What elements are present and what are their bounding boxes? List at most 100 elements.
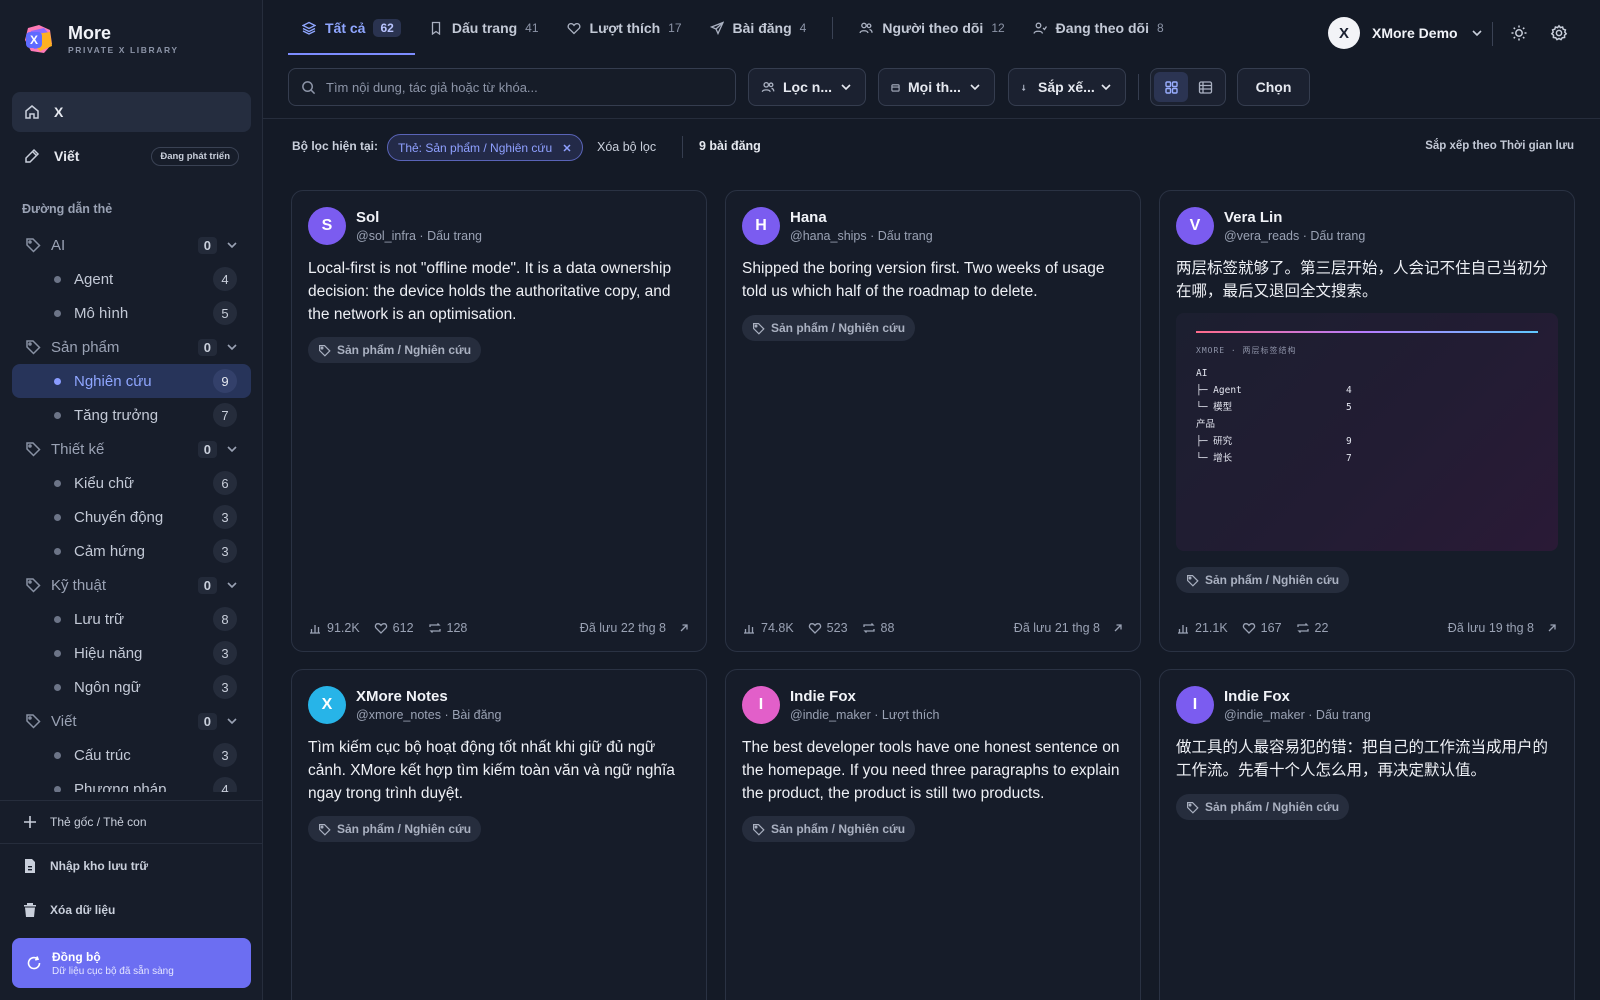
import-archive-button[interactable]: Nhập kho lưu trữ [22, 858, 148, 874]
chevron-down-icon [1101, 84, 1111, 91]
post-card[interactable]: I Indie Fox @indie_maker · Dấu trang 做工具… [1159, 669, 1575, 1000]
external-link-icon[interactable] [1112, 622, 1124, 634]
avatar[interactable]: I [742, 686, 780, 724]
post-card[interactable]: V Vera Lin @vera_reads · Dấu trang 两层标签就… [1159, 190, 1575, 652]
brand[interactable]: X More PRIVATE X LIBRARY [22, 22, 179, 56]
gear-icon[interactable] [1550, 24, 1568, 42]
post-tag[interactable]: Sản phẩm / Nghiên cứu [1176, 567, 1350, 593]
tag-group[interactable]: AI 0 [12, 228, 251, 262]
nav-write[interactable]: Viết Đang phát triển [12, 136, 251, 176]
post-card[interactable]: X XMore Notes @xmore_notes · Bài đăng Tì… [291, 669, 707, 1000]
author-name[interactable]: Indie Fox [1224, 688, 1371, 706]
avatar[interactable]: X [308, 686, 346, 724]
post-tag[interactable]: Sản phẩm / Nghiên cứu [742, 816, 916, 842]
separator: · [419, 229, 424, 243]
likes-stat[interactable]: 612 [374, 621, 414, 635]
tag-item[interactable]: Phương pháp 4 [12, 772, 251, 792]
chevron-down-icon[interactable] [225, 714, 239, 728]
import-archive-label: Nhập kho lưu trữ [50, 859, 149, 873]
avatar[interactable]: S [308, 207, 346, 245]
sync-button[interactable]: Đồng bộ Dữ liệu cục bộ đã sẵn sàng [12, 938, 251, 988]
tag-item[interactable]: Hiệu năng 3 [12, 636, 251, 670]
tag-item-count: 8 [213, 607, 237, 631]
likes-stat[interactable]: 523 [808, 621, 848, 635]
tag-item[interactable]: Ngôn ngữ 3 [12, 670, 251, 704]
tag-item[interactable]: Cảm hứng 3 [12, 534, 251, 568]
tag-item[interactable]: Kiểu chữ 6 [12, 466, 251, 500]
user-menu[interactable]: X XMore Demo [1328, 17, 1484, 49]
post-header: X XMore Notes @xmore_notes · Bài đăng [308, 686, 501, 724]
chevron-down-icon[interactable] [225, 238, 239, 252]
author-name[interactable]: Indie Fox [790, 688, 939, 706]
filter-dropdown[interactable]: Lọc n... [748, 68, 866, 106]
tag-item-label: Lưu trữ [74, 610, 125, 628]
post-source: Lượt thích [881, 708, 940, 722]
reposts-stat[interactable]: 88 [862, 621, 894, 635]
tag-item-count: 4 [213, 267, 237, 291]
tag-item[interactable]: Cấu trúc 3 [12, 738, 251, 772]
tag-group[interactable]: Kỹ thuật 0 [12, 568, 251, 602]
tag-group[interactable]: Thiết kế 0 [12, 432, 251, 466]
grid-view-button[interactable] [1154, 72, 1188, 102]
tag-item[interactable]: Lưu trữ 8 [12, 602, 251, 636]
tag-group[interactable]: Viết 0 [12, 704, 251, 738]
avatar[interactable]: V [1176, 207, 1214, 245]
home-icon [25, 105, 39, 119]
filter-chip[interactable]: Thẻ: Sản phẩm / Nghiên cứu [387, 134, 584, 161]
post-tag[interactable]: Sản phẩm / Nghiên cứu [308, 337, 482, 363]
tab-users[interactable]: Người theo dõi 12 [845, 0, 1018, 56]
post-card[interactable]: I Indie Fox @indie_maker · Lượt thích Th… [725, 669, 1141, 1000]
tag-item[interactable]: Agent 4 [12, 262, 251, 296]
tab-bookmark[interactable]: Dấu trang 41 [415, 0, 553, 56]
tag-item[interactable]: Mô hình 5 [12, 296, 251, 330]
tab-send[interactable]: Bài đăng 4 [696, 0, 821, 56]
post-card[interactable]: S Sol @sol_infra · Dấu trang Local-first… [291, 190, 707, 652]
external-link-icon[interactable] [678, 622, 690, 634]
clear-data-button[interactable]: Xóa dữ liệu [22, 902, 115, 918]
post-image[interactable]: XMORE · 两层标签结构 AI ├─ Agent 4 └─ 模型 5 产品 ├─ 研究 9… [1176, 313, 1558, 551]
chevron-down-icon[interactable] [225, 442, 239, 456]
likes-stat[interactable]: 167 [1242, 621, 1282, 635]
sort-dropdown[interactable]: Sắp xế... [1008, 68, 1126, 106]
time-dropdown[interactable]: Mọi th... [878, 68, 995, 106]
avatar[interactable]: H [742, 207, 780, 245]
tag-icon [26, 340, 41, 355]
tab-user-check[interactable]: Đang theo dõi 8 [1019, 0, 1178, 56]
close-icon[interactable] [562, 143, 572, 153]
post-card[interactable]: H Hana @hana_ships · Dấu trang Shipped t… [725, 190, 1141, 652]
post-tag[interactable]: Sản phẩm / Nghiên cứu [1176, 794, 1350, 820]
list-view-button[interactable] [1188, 72, 1222, 102]
tag-group-label: AI [51, 236, 66, 254]
tag-item[interactable]: Tăng trưởng 7 [12, 398, 251, 432]
clear-filter-button[interactable]: Xóa bộ lọc [597, 140, 656, 154]
reposts-stat[interactable]: 22 [1296, 621, 1328, 635]
choose-button[interactable]: Chọn [1237, 68, 1310, 106]
chevron-down-icon[interactable] [225, 578, 239, 592]
reposts-stat[interactable]: 128 [428, 621, 467, 635]
tab-layers[interactable]: Tất cả 62 [288, 0, 415, 56]
search-box[interactable] [288, 68, 736, 106]
search-input[interactable] [326, 79, 716, 95]
author-name[interactable]: Hana [790, 209, 933, 227]
chevron-down-icon[interactable] [225, 340, 239, 354]
author-name[interactable]: XMore Notes [356, 688, 501, 706]
likes-count: 167 [1260, 621, 1282, 635]
tag-group[interactable]: Sản phẩm 0 [12, 330, 251, 364]
tag-item[interactable]: Nghiên cứu 9 [12, 364, 251, 398]
external-link-icon[interactable] [1546, 622, 1558, 634]
tag-icon [753, 823, 765, 836]
post-tag[interactable]: Sản phẩm / Nghiên cứu [742, 315, 916, 341]
post-tag[interactable]: Sản phẩm / Nghiên cứu [308, 816, 482, 842]
post-tag-label: Sản phẩm / Nghiên cứu [337, 822, 472, 836]
author-name[interactable]: Sol [356, 209, 482, 227]
nav-x[interactable]: X [12, 92, 251, 132]
add-tag-button[interactable]: Thẻ gốc / Thẻ con [22, 814, 147, 830]
tab-heart[interactable]: Lượt thích 17 [553, 0, 696, 56]
post-text: The best developer tools have one honest… [742, 739, 1120, 802]
avatar[interactable]: I [1176, 686, 1214, 724]
sun-icon[interactable] [1510, 24, 1528, 42]
grid-icon [1164, 80, 1178, 94]
author-name[interactable]: Vera Lin [1224, 209, 1365, 227]
tag-item[interactable]: Chuyển động 3 [12, 500, 251, 534]
tag-group-count: 0 [197, 440, 217, 458]
